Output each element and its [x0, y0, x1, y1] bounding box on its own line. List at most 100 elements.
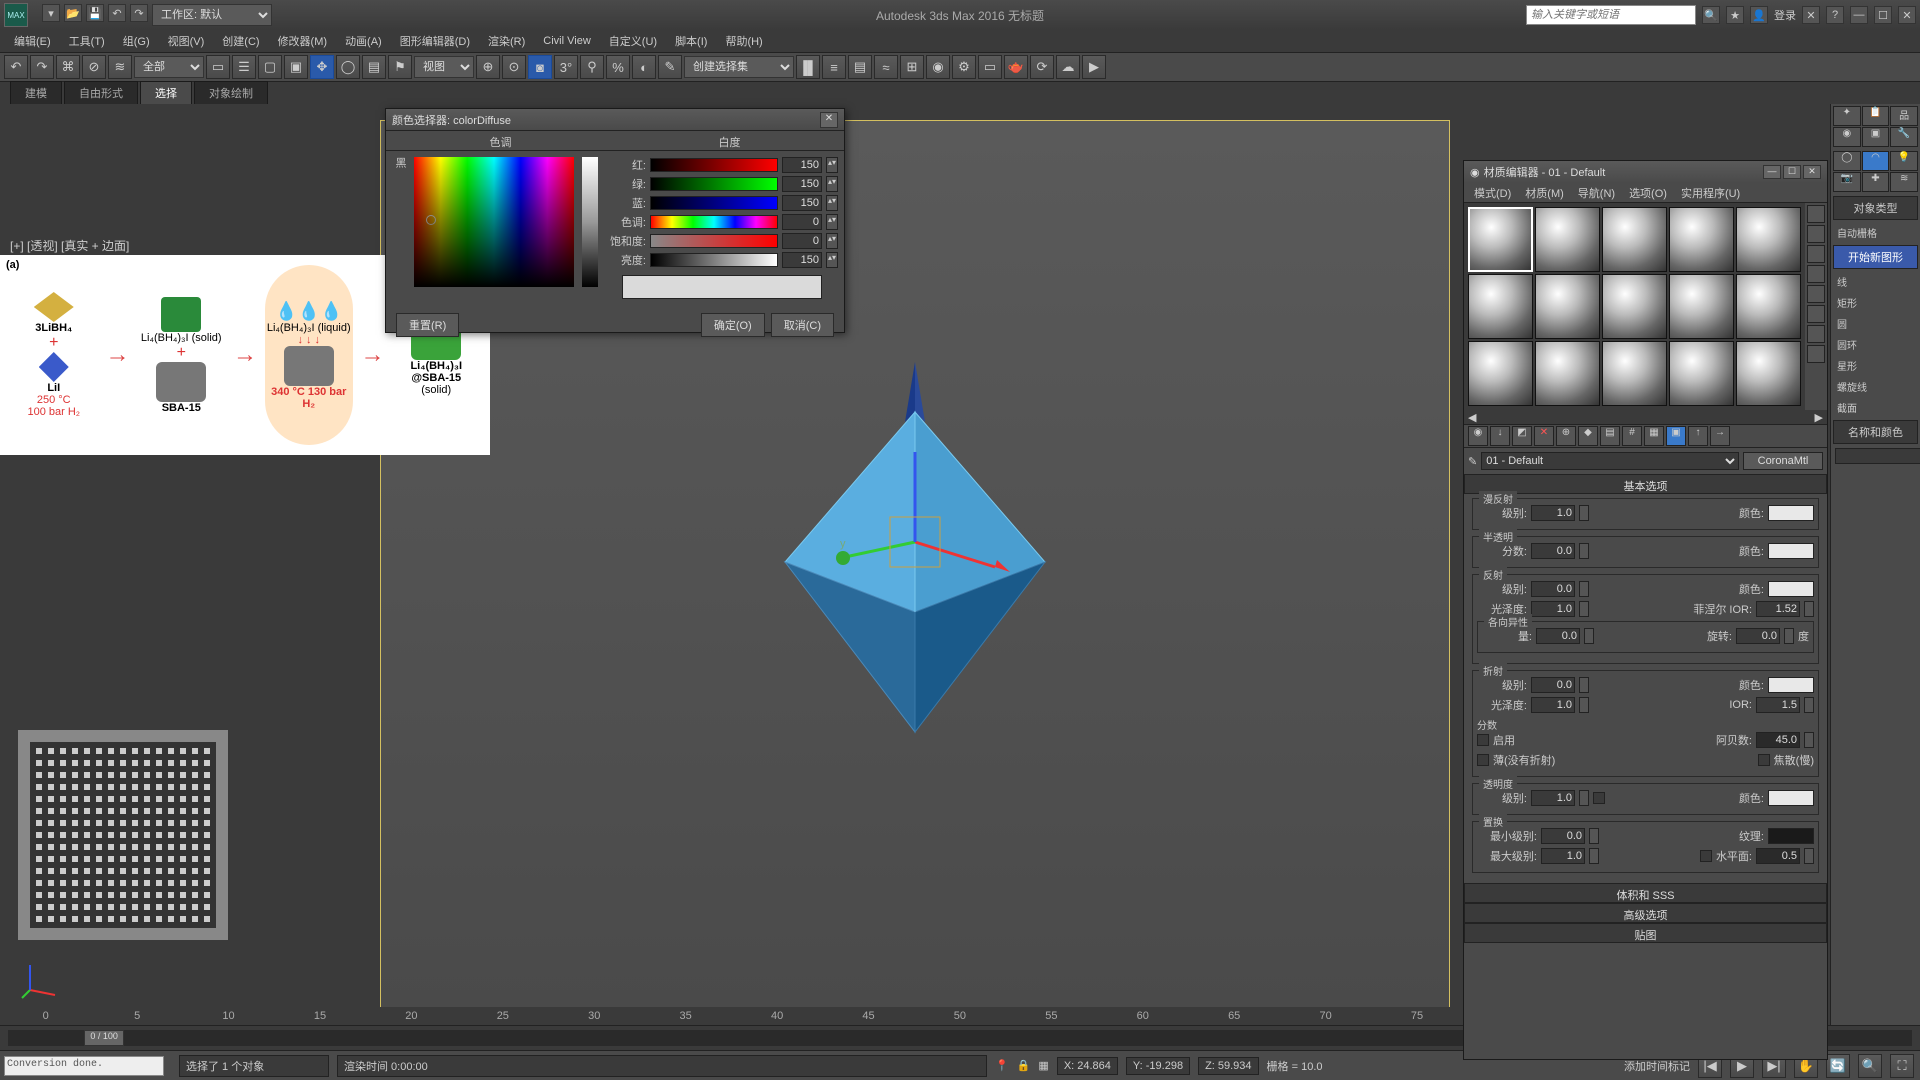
me-menu-material[interactable]: 材质(M)	[1519, 183, 1570, 202]
cancel-button[interactable]: 取消(C)	[771, 313, 834, 337]
window-crossing-icon[interactable]: ▣	[284, 55, 308, 79]
octahedron-mesh[interactable]: y	[715, 342, 1115, 762]
material-slot[interactable]	[1535, 341, 1600, 406]
maximize-vp-icon[interactable]: ⛶	[1890, 1054, 1914, 1078]
spinner[interactable]	[1584, 628, 1594, 644]
material-slot[interactable]	[1468, 341, 1533, 406]
me-menu-nav[interactable]: 导航(N)	[1572, 183, 1621, 202]
undo-icon[interactable]: ↶	[108, 4, 126, 22]
lights-icon[interactable]: 💡	[1890, 151, 1918, 171]
spinner[interactable]	[1579, 677, 1589, 693]
sat-input[interactable]	[782, 233, 822, 249]
maximize-icon[interactable]: ☐	[1874, 6, 1892, 24]
val-slider[interactable]	[650, 253, 778, 267]
coord-z[interactable]: Z: 59.934	[1198, 1057, 1258, 1075]
magnet-icon[interactable]: ⚲	[580, 55, 604, 79]
opac-color-swatch[interactable]	[1768, 790, 1814, 806]
select-region-icon[interactable]: ▢	[258, 55, 282, 79]
video-check-icon[interactable]	[1807, 285, 1825, 303]
shape-line[interactable]: 线	[1831, 271, 1920, 292]
lock-icon[interactable]: 🔒	[1017, 1059, 1031, 1072]
move-icon[interactable]: ✥	[310, 55, 334, 79]
login-label[interactable]: 登录	[1774, 7, 1796, 23]
undo-button[interactable]: ↶	[4, 55, 28, 79]
spinner[interactable]	[1804, 697, 1814, 713]
reset-button[interactable]: 重置(R)	[396, 313, 459, 337]
coord-y[interactable]: Y: -19.298	[1126, 1057, 1190, 1075]
menu-customize[interactable]: 自定义(U)	[601, 31, 665, 51]
zoom-icon[interactable]: 🔍	[1858, 1054, 1882, 1078]
uv-tile-icon[interactable]	[1807, 265, 1825, 283]
hierarchy-tab-icon[interactable]: 品	[1890, 106, 1918, 126]
menu-help[interactable]: 帮助(H)	[717, 31, 770, 51]
select-name-icon[interactable]: ☰	[232, 55, 256, 79]
scale-icon[interactable]: ▤	[362, 55, 386, 79]
maximize-icon[interactable]: ☐	[1783, 165, 1801, 179]
select-icon[interactable]: ▭	[206, 55, 230, 79]
object-type-header[interactable]: 对象类型	[1833, 196, 1918, 220]
opac-clip-check[interactable]	[1593, 792, 1605, 804]
spinner[interactable]	[1579, 601, 1589, 617]
put-to-scene-icon[interactable]: ↓	[1490, 426, 1510, 446]
named-selset-dropdown[interactable]: 创建选择集	[684, 56, 794, 78]
material-slot[interactable]	[1736, 341, 1801, 406]
shapes-icon[interactable]: ◠	[1862, 151, 1890, 171]
refr-ior-input[interactable]	[1756, 697, 1800, 713]
abbe-input[interactable]	[1756, 732, 1800, 748]
blue-input[interactable]	[782, 195, 822, 211]
material-slot[interactable]	[1736, 207, 1801, 272]
diffuse-level-input[interactable]	[1531, 505, 1575, 521]
align-icon[interactable]: ≡	[822, 55, 846, 79]
helpers-icon[interactable]: ✚	[1862, 172, 1890, 192]
rollout-maps-header[interactable]: 贴图	[1464, 923, 1827, 943]
me-menu-options[interactable]: 选项(O)	[1623, 183, 1673, 202]
tab-modeling[interactable]: 建模	[10, 81, 62, 104]
assign-icon[interactable]: ◩	[1512, 426, 1532, 446]
menu-create[interactable]: 创建(C)	[214, 31, 267, 51]
spinner[interactable]	[1589, 828, 1599, 844]
pivot-icon[interactable]: ⊕	[476, 55, 500, 79]
delete-icon[interactable]: ✕	[1534, 426, 1554, 446]
bind-icon[interactable]: ≋	[108, 55, 132, 79]
exchange-icon[interactable]: ✕	[1802, 6, 1820, 24]
redo-button[interactable]: ↷	[30, 55, 54, 79]
background-icon[interactable]	[1807, 245, 1825, 263]
refr-level-input[interactable]	[1531, 677, 1575, 693]
mirror-icon[interactable]: ▐▌	[796, 55, 820, 79]
spinner-snap-icon[interactable]: ◐	[632, 55, 656, 79]
refr-enable-check[interactable]	[1477, 734, 1489, 746]
spinner[interactable]	[1804, 848, 1814, 864]
render-frame-icon[interactable]: ▭	[978, 55, 1002, 79]
menu-grapheditors[interactable]: 图形编辑器(D)	[392, 31, 478, 51]
rotate-icon[interactable]: ◯	[336, 55, 360, 79]
refcoord-dropdown[interactable]: 视图	[414, 56, 474, 78]
me-menu-mode[interactable]: 模式(D)	[1468, 183, 1517, 202]
material-name-dropdown[interactable]: 01 - Default	[1481, 452, 1739, 470]
spinner[interactable]	[1579, 581, 1589, 597]
autogrid-check[interactable]: 自动栅格	[1831, 222, 1920, 243]
material-slot[interactable]	[1669, 207, 1734, 272]
close-icon[interactable]: ✕	[1803, 165, 1821, 179]
refr-gloss-input[interactable]	[1531, 697, 1575, 713]
create-tab-icon[interactable]: ✦	[1833, 106, 1861, 126]
help-icon[interactable]: ?	[1826, 6, 1844, 24]
redo-icon[interactable]: ↷	[130, 4, 148, 22]
me-menu-utils[interactable]: 实用程序(U)	[1675, 183, 1746, 202]
thin-check[interactable]	[1477, 754, 1489, 766]
spinner[interactable]	[1579, 697, 1589, 713]
utilities-tab-icon[interactable]: 🔧	[1890, 127, 1918, 147]
material-slot[interactable]	[1535, 207, 1600, 272]
material-slot[interactable]	[1669, 274, 1734, 339]
value-slider[interactable]	[582, 157, 598, 287]
caustics-check[interactable]	[1758, 754, 1770, 766]
refl-color-swatch[interactable]	[1768, 581, 1814, 597]
modify-tab-icon[interactable]: 📋	[1862, 106, 1890, 126]
new-icon[interactable]: ▾	[42, 4, 60, 22]
unlink-icon[interactable]: ⊘	[82, 55, 106, 79]
red-slider[interactable]	[650, 158, 778, 172]
refr-color-swatch[interactable]	[1768, 677, 1814, 693]
rollout-basic-header[interactable]: 基本选项	[1464, 474, 1827, 494]
favorite-icon[interactable]: ★	[1726, 6, 1744, 24]
spinner[interactable]: ▴▾	[826, 157, 838, 173]
shape-rect[interactable]: 矩形	[1831, 292, 1920, 313]
